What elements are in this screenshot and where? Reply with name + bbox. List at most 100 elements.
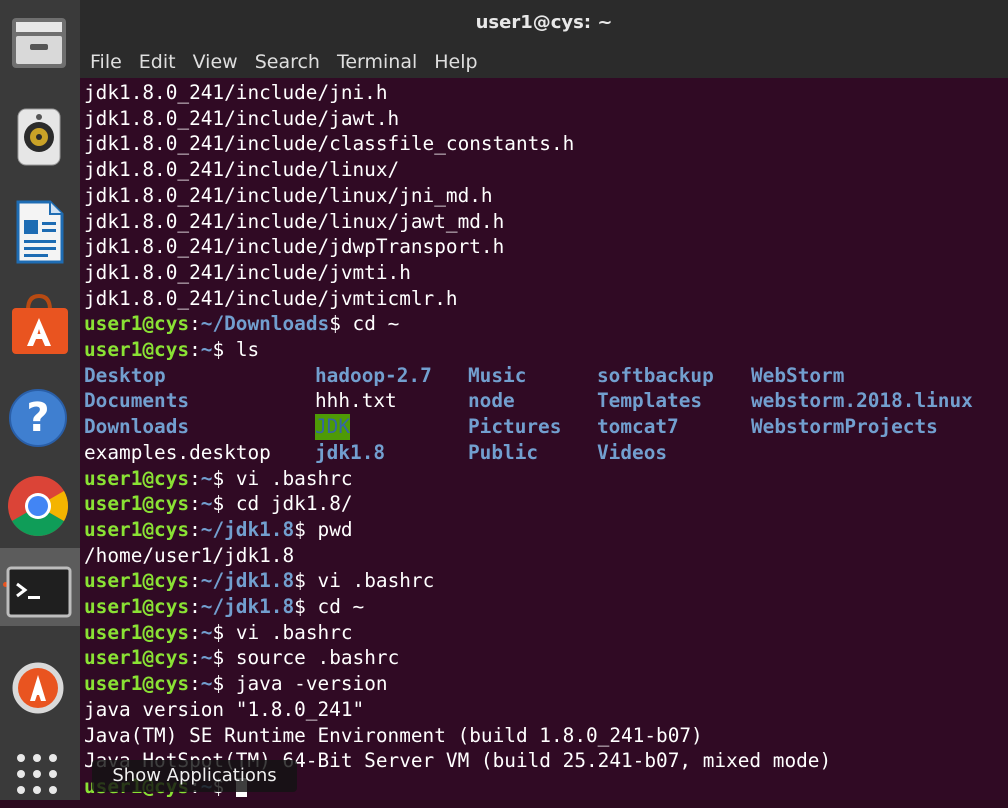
menu-terminal[interactable]: Terminal (337, 51, 417, 73)
prompt-line: user1@cys:~$ vi .bashrc (84, 466, 353, 490)
window-titlebar[interactable]: user1@cys: ~ (80, 0, 1008, 46)
terminal-icon (6, 566, 72, 618)
output-line: Java(TM) SE Runtime Environment (build 1… (84, 723, 703, 749)
prompt-path: ~/jdk1.8 (200, 569, 295, 593)
prompt-user: user1@cys (84, 492, 190, 516)
ls-entry[interactable]: Public (468, 440, 538, 466)
command-text: vi .bashrc (317, 569, 435, 593)
dock-terminal[interactable] (0, 548, 80, 626)
ls-entry[interactable]: softbackup (597, 363, 714, 389)
ls-entry[interactable]: Documents (84, 388, 189, 414)
output-line: jdk1.8.0_241/include/jvmti.h (84, 260, 411, 286)
output-text: jdk1.8.0_241/include/linux/ (84, 158, 400, 182)
output-line: /home/user1/jdk1.8 (84, 543, 294, 569)
menu-search[interactable]: Search (255, 51, 320, 73)
software-center-icon (12, 293, 68, 354)
terminal-window: user1@cys: ~ File Edit View Search Termi… (80, 0, 1008, 800)
menu-edit[interactable]: Edit (139, 51, 176, 73)
prompt-user: user1@cys (84, 517, 190, 541)
launcher-dock: ? (0, 0, 80, 800)
command-text: source .bashrc (235, 646, 400, 670)
chrome-icon (8, 476, 69, 537)
prompt-path: ~ (200, 672, 213, 696)
output-text: jdk1.8.0_241/include/jdwpTransport.h (84, 235, 505, 259)
menu-file[interactable]: File (90, 51, 122, 73)
prompt-line: user1@cys:~$ java -version (84, 672, 388, 696)
ls-entry[interactable]: Downloads (84, 414, 189, 440)
prompt-user: user1@cys (84, 646, 190, 670)
menu-bar: File Edit View Search Terminal Help (80, 46, 1008, 78)
ls-entry[interactable]: Videos (597, 440, 667, 466)
dock-chrome[interactable] (0, 462, 80, 540)
ls-entry[interactable]: hhh.txt (315, 388, 397, 414)
prompt-user: user1@cys (84, 595, 190, 618)
output-line: jdk1.8.0_241/include/jawt.h (84, 106, 399, 132)
menu-help[interactable]: Help (434, 51, 477, 73)
ls-entry[interactable]: WebstormProjects (751, 414, 938, 440)
files-icon (12, 18, 66, 68)
prompt-path: ~/jdk1.8 (200, 517, 295, 541)
ls-entry[interactable]: JDK (315, 414, 351, 440)
menu-view[interactable]: View (193, 51, 238, 73)
show-applications-button[interactable] (0, 730, 80, 808)
prompt-path: ~ (200, 646, 213, 670)
output-line: jdk1.8.0_241/include/jni.h (84, 80, 388, 106)
command-text: vi .bashrc (235, 620, 353, 644)
dock-rhythmbox[interactable] (0, 97, 80, 175)
ls-entry[interactable]: WebStorm (751, 363, 844, 389)
prompt-path: ~ (200, 338, 213, 361)
prompt-user: user1@cys (84, 672, 190, 696)
command-text: cd ~ (352, 312, 400, 336)
prompt-line: user1@cys:~$ vi .bashrc (84, 620, 353, 644)
ls-entry[interactable]: tomcat7 (597, 414, 679, 440)
command-text: ls (235, 338, 260, 361)
output-text: jdk1.8.0_241/include/jvmticmlr.h (84, 286, 458, 310)
prompt-line: user1@cys:~$ ls (84, 338, 260, 361)
prompt-line: user1@cys:~$ cd jdk1.8/ (84, 492, 353, 516)
output-text: jdk1.8.0_241/include/jawt.h (84, 106, 400, 130)
output-text: jdk1.8.0_241/include/jni.h (84, 81, 388, 104)
dock-writer[interactable] (0, 190, 80, 268)
grid-icon (17, 754, 57, 794)
prompt-path: ~/jdk1.8 (200, 595, 295, 618)
ls-entry[interactable]: examples.desktop (84, 440, 271, 466)
prompt-line: user1@cys:~/jdk1.8$ cd ~ (84, 595, 365, 618)
output-line: jdk1.8.0_241/include/jvmticmlr.h (84, 286, 458, 312)
prompt-user: user1@cys (84, 620, 190, 644)
show-applications-tooltip: Show Applications (92, 760, 297, 792)
prompt-path: ~ (200, 492, 213, 516)
dock-updater[interactable] (0, 644, 80, 722)
output-text: jdk1.8.0_241/include/classfile_constants… (84, 132, 575, 156)
output-line: java version "1.8.0_241" (84, 697, 364, 723)
output-line: jdk1.8.0_241/include/linux/jawt_md.h (84, 209, 504, 235)
ls-entry[interactable]: hadoop-2.7 (315, 363, 432, 389)
output-text: /home/user1/jdk1.8 (84, 543, 295, 567)
prompt-user: user1@cys (84, 569, 190, 593)
output-text: jdk1.8.0_241/include/linux/jawt_md.h (84, 209, 505, 233)
ls-entry[interactable]: jdk1.8 (315, 440, 385, 466)
prompt-line: user1@cys:~/jdk1.8$ pwd (84, 517, 353, 541)
command-text: vi .bashrc (235, 466, 353, 490)
ls-entry[interactable]: Music (468, 363, 526, 389)
dock-files[interactable] (0, 0, 80, 78)
ls-entry[interactable]: webstorm.2018.linux (751, 388, 973, 414)
libreoffice-writer-icon (16, 200, 64, 264)
ls-entry[interactable]: Pictures (468, 414, 561, 440)
command-text: cd jdk1.8/ (235, 492, 353, 516)
terminal-output[interactable]: jdk1.8.0_241/include/jni.h jdk1.8.0_241/i… (80, 78, 1008, 800)
prompt-user: user1@cys (84, 466, 190, 490)
ls-entry[interactable]: Templates (597, 388, 702, 414)
ls-entry[interactable]: Desktop (84, 363, 166, 389)
prompt-line: user1@cys:~/jdk1.8$ vi .bashrc (84, 569, 435, 593)
dock-help[interactable]: ? (0, 377, 80, 455)
output-text: java version "1.8.0_241" (84, 697, 365, 721)
prompt-path: ~ (200, 466, 213, 490)
ls-entry[interactable]: node (468, 388, 515, 414)
output-text: jdk1.8.0_241/include/linux/jni_md.h (84, 183, 493, 207)
prompt-line: user1@cys:~/Downloads$ cd ~ (84, 312, 400, 336)
prompt-path: ~ (200, 620, 213, 644)
output-line: jdk1.8.0_241/include/linux/ (84, 157, 399, 183)
dock-software[interactable] (0, 284, 80, 362)
output-line: jdk1.8.0_241/include/linux/jni_md.h (84, 183, 493, 209)
rhythmbox-icon (17, 108, 61, 166)
